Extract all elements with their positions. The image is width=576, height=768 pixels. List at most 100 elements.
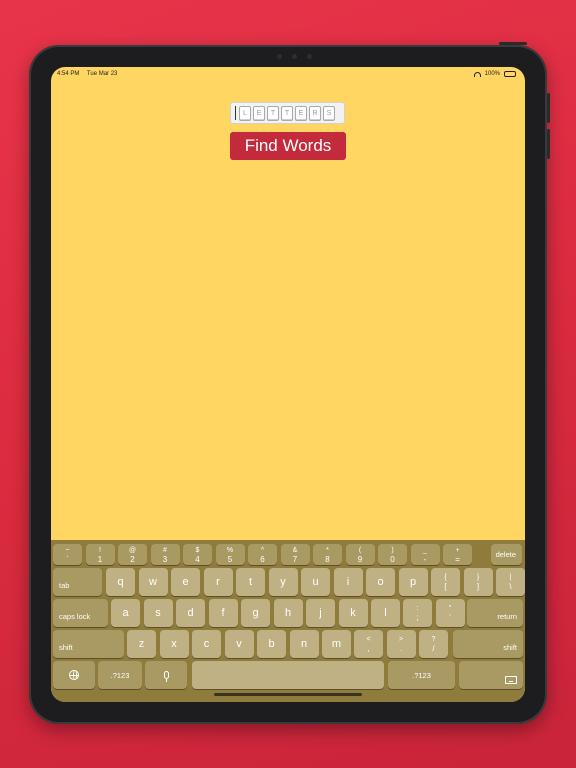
letter-key[interactable]: q	[106, 568, 135, 596]
letter-key[interactable]: a	[111, 599, 140, 627]
number-key[interactable]: % 5	[215, 544, 245, 565]
delete-key[interactable]: delete	[491, 544, 522, 565]
letter-key[interactable]: h	[273, 599, 303, 627]
wifi-icon	[473, 71, 481, 77]
key-label: 8	[325, 554, 330, 564]
symbol-key[interactable]: ? /	[419, 630, 448, 658]
key-label: 9	[357, 554, 363, 564]
symbol-key[interactable]: :;	[403, 599, 432, 627]
letter-tile: L	[239, 105, 251, 121]
letter-key[interactable]: u	[301, 568, 330, 596]
key-shift-label: %	[226, 546, 234, 554]
symbol-key[interactable]: >.	[386, 630, 416, 658]
number-key[interactable]: (9	[345, 544, 375, 565]
letter-key[interactable]: f	[208, 599, 238, 627]
number-key[interactable]: + =	[443, 544, 472, 565]
globe-icon	[69, 670, 79, 680]
key-label: 1	[97, 554, 103, 564]
return-key[interactable]: return	[467, 599, 523, 627]
key-shift-label: <	[366, 636, 371, 643]
number-key[interactable]: & 7	[280, 544, 310, 565]
number-key[interactable]: #3	[150, 544, 180, 565]
status-bar: 4:54 PM Tue Mar 23 100%	[51, 67, 525, 81]
top-button	[499, 42, 527, 45]
number-key[interactable]: $4	[183, 544, 212, 565]
shift-right-key[interactable]: shift	[453, 630, 523, 658]
numbers-left-key[interactable]: .?123	[98, 661, 142, 689]
symbol-key[interactable]: <,	[354, 630, 383, 658]
space-key[interactable]	[192, 661, 384, 689]
ipad-frame: 4:54 PM Tue Mar 23 100% LETTERS Find Wor…	[29, 42, 550, 724]
key-shift-label: >	[398, 636, 404, 643]
globe-key[interactable]	[53, 661, 95, 689]
microphone-icon	[163, 671, 169, 682]
status-date: Tue Mar 23	[86, 71, 118, 77]
letter-key[interactable]: w	[138, 568, 168, 596]
letter-key[interactable]: i	[333, 568, 363, 596]
letter-key[interactable]: y	[268, 568, 298, 596]
letter-key[interactable]: x	[159, 630, 189, 658]
letter-key[interactable]: o	[366, 568, 395, 596]
key-shift-label: (	[358, 546, 362, 554]
numbers-right-key[interactable]: .?123	[388, 661, 455, 689]
key-label: .	[399, 644, 403, 653]
letter-tile: E	[295, 105, 307, 121]
key-shift-label: @	[128, 546, 137, 554]
text-cursor	[235, 106, 236, 120]
letter-key[interactable]: p	[398, 568, 428, 596]
letters-input[interactable]: LETTERS	[230, 102, 345, 124]
key-label: 4	[195, 554, 200, 564]
key-shift-label: $	[195, 546, 200, 554]
letter-key[interactable]: z	[127, 630, 156, 658]
microphone-key[interactable]	[145, 661, 187, 689]
key-label: 2	[130, 554, 135, 564]
letter-key[interactable]: v	[224, 630, 254, 658]
number-key[interactable]: ) 0	[378, 544, 407, 565]
number-key[interactable]: ! 1	[85, 544, 115, 565]
number-key[interactable]: * 8	[313, 544, 342, 565]
letter-tile: T	[267, 105, 279, 121]
letter-key[interactable]: n	[289, 630, 319, 658]
number-key[interactable]: @2	[118, 544, 147, 565]
number-key[interactable]: ~ `	[53, 544, 82, 565]
screen: 4:54 PM Tue Mar 23 100% LETTERS Find Wor…	[51, 67, 525, 702]
letter-key[interactable]: m	[322, 630, 351, 658]
find-words-button[interactable]: Find Words	[230, 132, 346, 160]
symbol-key[interactable]: | \	[496, 568, 525, 596]
letter-key[interactable]: e	[171, 568, 200, 596]
dismiss-keyboard-key[interactable]	[459, 661, 523, 689]
symbol-key[interactable]: {[	[431, 568, 460, 596]
key-shift-label: &	[292, 546, 298, 554]
letter-key[interactable]: b	[257, 630, 286, 658]
key-shift-label: _	[423, 546, 427, 554]
key-label: 3	[162, 554, 168, 564]
caps-lock-key[interactable]: caps lock	[53, 599, 108, 627]
letter-key[interactable]: r	[203, 568, 233, 596]
key-shift-label: *	[326, 546, 329, 554]
symbol-key[interactable]: }]	[463, 568, 493, 596]
number-key[interactable]: ^ 6	[248, 544, 277, 565]
number-key[interactable]: _ -	[410, 544, 440, 565]
letter-key[interactable]: c	[192, 630, 221, 658]
tab-key[interactable]: tab	[53, 568, 102, 596]
letter-key[interactable]: j	[306, 599, 335, 627]
key-label: ]	[476, 582, 480, 591]
letter-key[interactable]: t	[236, 568, 265, 596]
key-label: -	[423, 554, 427, 564]
letter-key[interactable]: l	[371, 599, 400, 627]
letter-tile: S	[323, 105, 335, 121]
letter-key[interactable]: k	[338, 599, 368, 627]
shift-left-key[interactable]: shift	[53, 630, 124, 658]
key-shift-label: :	[416, 605, 419, 612]
key-shift-label: "	[448, 605, 452, 612]
letter-key[interactable]: s	[143, 599, 173, 627]
letter-key[interactable]: g	[241, 599, 270, 627]
home-indicator	[214, 693, 362, 696]
key-shift-label: ~	[65, 546, 70, 554]
key-shift-label: ^	[260, 546, 265, 554]
key-label: ,	[367, 644, 370, 653]
symbol-key[interactable]: " '	[435, 599, 465, 627]
key-shift-label: |	[509, 574, 512, 581]
letter-key[interactable]: d	[176, 599, 205, 627]
key-label: '	[449, 613, 451, 622]
